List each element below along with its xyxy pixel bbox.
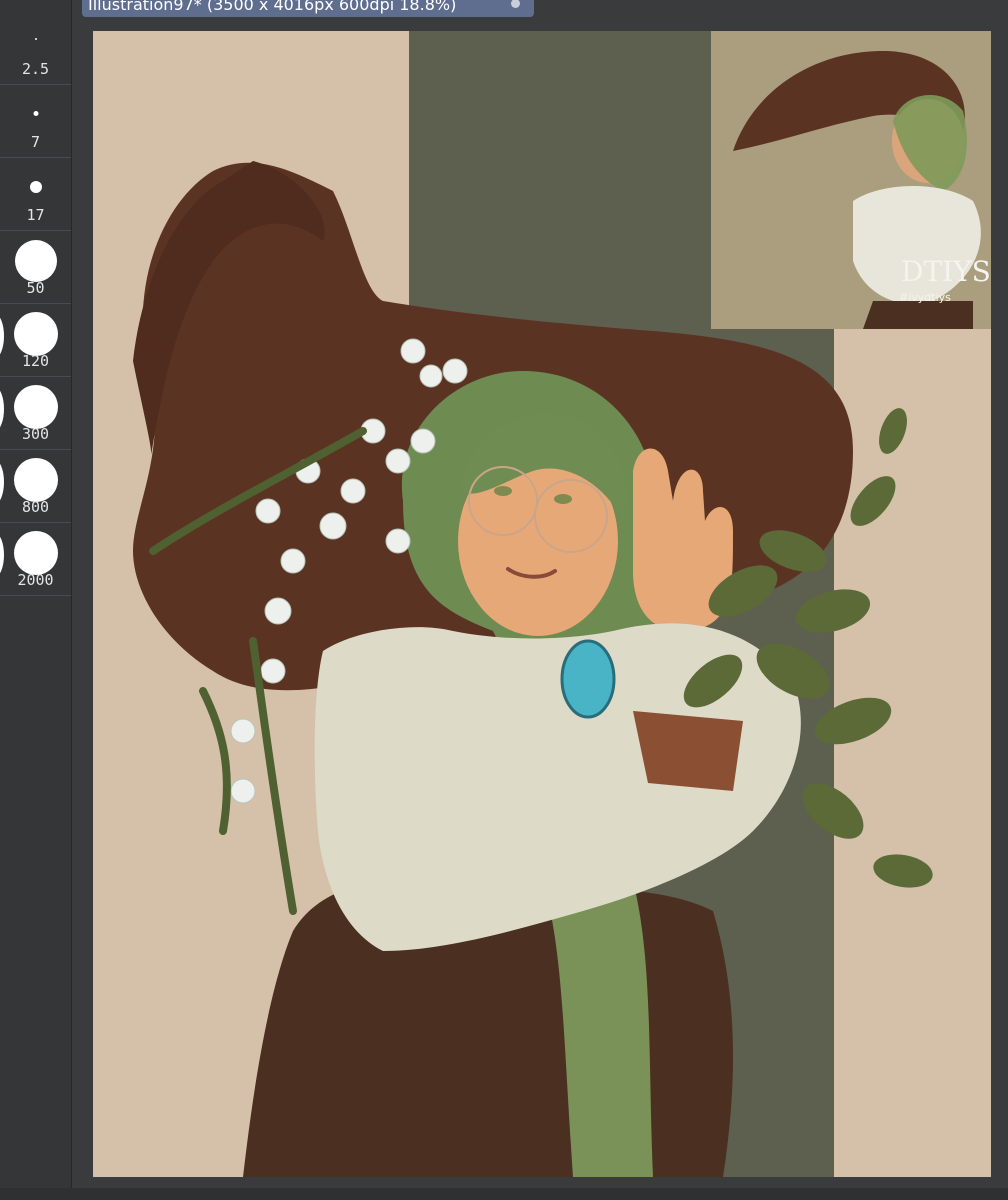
artwork: DTIYS #ivydtiys	[133, 31, 991, 1177]
brush-size-item[interactable]: 7	[0, 85, 71, 158]
brush-size-item[interactable]: 300	[0, 377, 71, 450]
close-tab-icon[interactable]	[511, 0, 520, 8]
eye-left	[494, 486, 512, 496]
reference-image: DTIYS #ivydtiys	[711, 31, 991, 329]
brush-size-item[interactable]: 17	[0, 158, 71, 231]
brush-dot-icon	[13, 312, 58, 356]
brush-dot-icon	[13, 458, 58, 502]
brush-dot-icon	[29, 181, 42, 193]
horizontal-scrollbar[interactable]	[0, 1188, 1008, 1200]
brush-size-label: 7	[30, 133, 41, 151]
document-tab-title: Illustration97* (3500 x 4016px 600dpi 18…	[88, 0, 457, 14]
brush-dot-icon	[34, 38, 37, 40]
brooch-gem	[560, 639, 616, 719]
brush-size-item[interactable]: 120	[0, 304, 71, 377]
document-tab[interactable]: Illustration97* (3500 x 4016px 600dpi 18…	[82, 0, 534, 17]
reference-signature: DTIYS	[901, 255, 991, 288]
brush-size-item[interactable]: 800	[0, 450, 71, 523]
brush-dot-icon	[14, 240, 57, 282]
brush-size-label: 50	[26, 279, 45, 297]
brush-dot-icon	[33, 111, 38, 116]
brush-size-item[interactable]: 50	[0, 231, 71, 304]
reference-hashtag: #ivydtiys	[899, 291, 951, 304]
eye-right	[554, 494, 572, 504]
plant-pot	[633, 711, 743, 791]
brush-size-label: 2000	[17, 571, 54, 589]
brush-size-item[interactable]: 2.5	[0, 12, 71, 85]
brush-size-label: 300	[21, 425, 50, 443]
brush-size-item[interactable]: 2000	[0, 523, 71, 596]
drawing-canvas[interactable]: DTIYS #ivydtiys	[93, 31, 991, 1177]
brush-size-label: 2.5	[21, 60, 50, 78]
brush-size-label: 800	[21, 498, 50, 516]
brush-size-panel: 2.5 7 17 50 120 300 800 2000	[0, 0, 72, 1200]
brush-size-label: 17	[26, 206, 45, 224]
brush-dot-icon	[13, 385, 58, 429]
brush-dot-icon	[13, 531, 58, 575]
brush-size-label: 120	[21, 352, 50, 370]
